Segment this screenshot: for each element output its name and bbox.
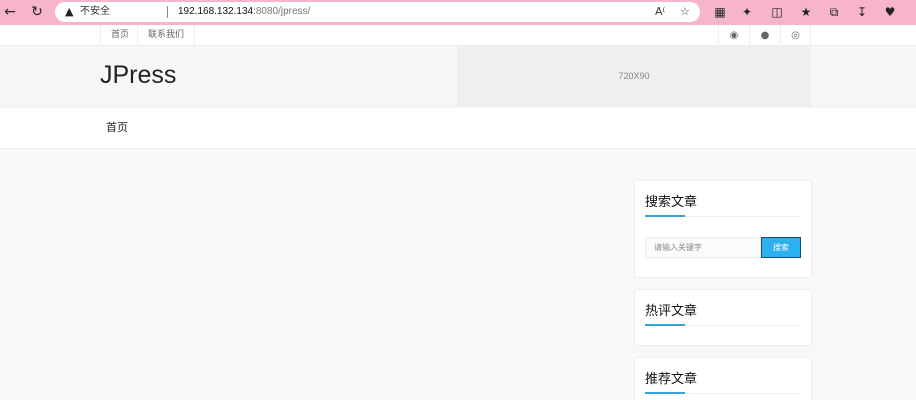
browser-toolbar: ← ↻ ▲ 不安全 192.168.132.134:8080/jpress/ A… [0,0,916,25]
split-screen-icon[interactable]: ◫ [768,3,786,21]
recommended-articles-widget: 推荐文章 [634,357,812,400]
qq-icon[interactable]: ● [749,25,780,46]
warning-icon: ▲ [65,5,74,18]
top-bar: 首页 联系我们 ◉ ● ◎ [0,25,916,46]
search-widget-title: 搜索文章 [645,195,698,210]
performance-icon[interactable]: ♥ [881,3,899,21]
reload-icon[interactable]: ↻ [27,3,47,21]
favorite-star-icon[interactable]: ☆ [680,3,690,21]
topbar-link-contact[interactable]: 联系我们 [137,25,196,46]
hot-articles-widget: 热评文章 [634,289,812,346]
search-button[interactable]: 搜索 [761,237,801,258]
weibo-icon[interactable]: ◎ [780,25,811,46]
site-logo[interactable]: JPress [100,61,176,90]
widget-divider [645,392,800,394]
favorites-icon[interactable]: ★ [797,3,815,21]
wechat-icon[interactable]: ◉ [718,25,749,46]
address-divider [167,6,168,18]
menu-item-home[interactable]: 首页 [106,108,128,148]
hot-widget-title: 热评文章 [645,304,698,319]
topbar-link-home[interactable]: 首页 [100,25,139,46]
search-widget: 搜索文章 请输入关键字 搜索 [634,180,812,278]
back-icon[interactable]: ← [0,3,20,21]
extensions-icon[interactable]: ✦ [738,3,756,21]
main-menu: 首页 [0,108,916,149]
address-bar[interactable]: ▲ 不安全 192.168.132.134:8080/jpress/ A⁽ ☆ [55,2,700,22]
site-header: JPress 720X90 [0,46,916,107]
widget-accent-bar [645,392,685,394]
read-aloud-icon[interactable]: A⁽ [655,3,665,21]
collections-icon[interactable]: ⧉ [825,3,843,21]
widget-accent-bar [645,324,685,326]
downloads-icon[interactable]: ↧ [853,3,871,21]
search-input[interactable]: 请输入关键字 [645,237,761,258]
security-label: 不安全 [80,6,110,17]
ad-banner[interactable]: 720X90 [457,46,811,106]
widget-divider [645,324,800,326]
url-host: 192.168.132.134 [178,6,254,17]
apps-icon[interactable]: ▦ [711,3,729,21]
widget-divider [645,215,800,217]
url-text[interactable]: 192.168.132.134:8080/jpress/ [178,2,310,22]
recommend-widget-title: 推荐文章 [645,372,698,387]
url-path: :8080/jpress/ [253,6,311,17]
widget-accent-bar [645,215,685,217]
